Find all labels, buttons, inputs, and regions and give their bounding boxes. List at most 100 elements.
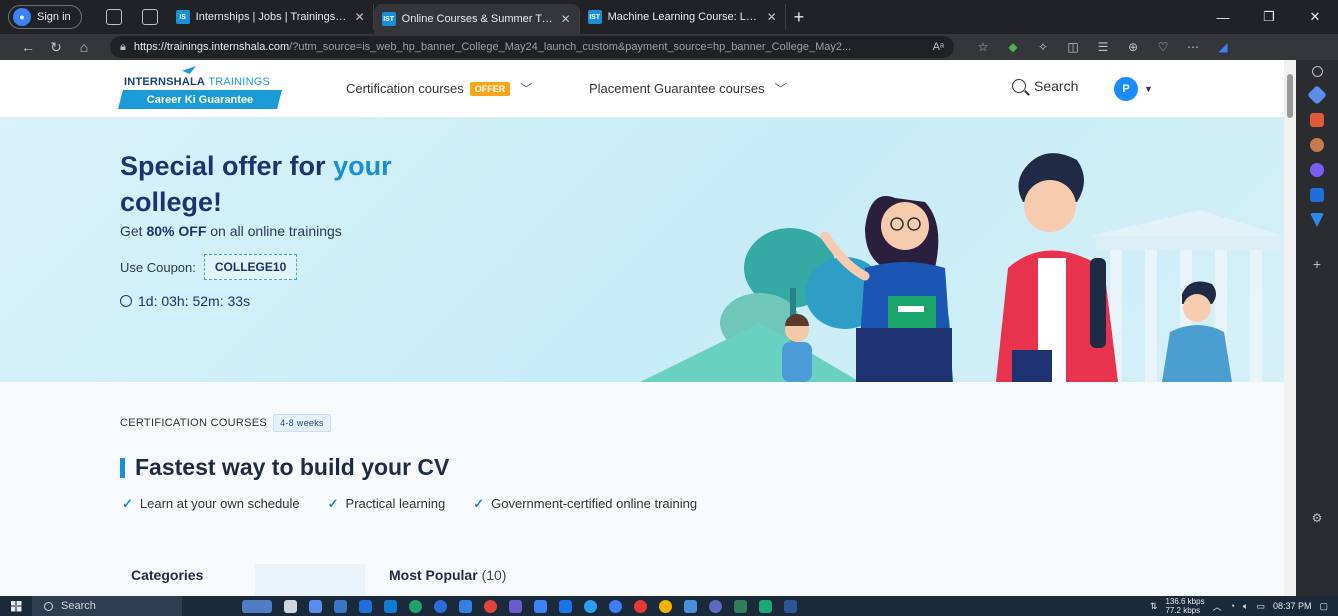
back-arrow-icon[interactable]: ← (14, 39, 42, 55)
logo-tagline: Career Ki Guarantee (118, 90, 282, 109)
user-menu[interactable]: P ▼ (1114, 77, 1153, 101)
category-tab-highlight[interactable] (255, 564, 365, 596)
window-close-icon[interactable]: ✕ (1292, 9, 1338, 25)
tab-close-icon[interactable]: ✕ (355, 10, 365, 24)
search-icon[interactable] (1311, 66, 1323, 77)
app-icon[interactable] (584, 599, 597, 613)
copilot-icon[interactable]: ◢ (1208, 40, 1238, 54)
widgets-icon[interactable] (242, 599, 272, 613)
home-icon[interactable]: ⌂ (70, 39, 98, 55)
tab-close-icon[interactable]: ✕ (561, 12, 571, 26)
read-aloud-icon[interactable]: Aᵃ (933, 41, 944, 53)
app-icon[interactable] (434, 599, 447, 613)
most-popular-tab[interactable]: Most Popular (10) (389, 567, 506, 583)
app-icon[interactable] (559, 599, 572, 613)
coupon-code[interactable]: COLLEGE10 (203, 254, 298, 280)
battery-icon[interactable]: ▭ (1256, 601, 1265, 612)
minimize-icon[interactable]: — (1200, 10, 1246, 25)
more-menu-icon[interactable]: ⋯ (1178, 40, 1208, 54)
tools-briefcase-icon[interactable] (1310, 113, 1324, 127)
shopping-tag-icon[interactable] (1307, 85, 1327, 105)
network-down-speed: 77.2 kbps (1165, 606, 1201, 615)
outlook-icon[interactable] (359, 599, 372, 613)
hero-banner[interactable]: Special offer for your college! Get 80% … (0, 118, 1284, 382)
stopwatch-icon (120, 295, 132, 307)
scrollbar-thumb[interactable] (1287, 74, 1293, 118)
settings-gear-icon[interactable]: ⚙︎ (1312, 511, 1323, 525)
internshala-trainings-logo[interactable]: INTERNSHALA TRAININGS Career Ki Guarante… (118, 66, 286, 112)
show-hidden-icons-chevron-icon[interactable]: ︿ (1213, 600, 1222, 613)
add-sidebar-app-icon[interactable]: + (1313, 256, 1321, 272)
profile-avatar-icon: ● (13, 8, 31, 26)
system-tray: ⇅ 136.6 kbps 77.2 kbps ︿ ◔ 🔈︎ ▭ 08:37 PM… (1150, 596, 1338, 616)
app-icon[interactable] (684, 599, 697, 613)
task-view-icon[interactable] (284, 599, 297, 613)
hero-title-part1: Special offer for (120, 151, 326, 181)
collections-icon[interactable]: ⊕ (1118, 40, 1148, 54)
favorite-star-icon[interactable]: ☆ (968, 40, 998, 54)
people-icon[interactable] (1310, 138, 1324, 152)
app-icon[interactable] (484, 599, 497, 613)
app-icon[interactable] (309, 599, 322, 613)
restore-icon[interactable]: ❐ (1246, 9, 1292, 25)
volume-icon[interactable]: 🔈︎ (1243, 601, 1248, 612)
clock-time[interactable]: 08:37 PM (1273, 601, 1312, 611)
wifi-icon[interactable]: ◔ (1230, 601, 1235, 611)
male-student-illustration (996, 153, 1118, 382)
chrome-icon[interactable] (659, 599, 672, 613)
section-title-text: Fastest way to build your CV (135, 454, 450, 480)
workspaces-icon[interactable] (105, 9, 122, 25)
new-tab-plus-icon[interactable]: + (794, 7, 805, 28)
browser-toolbar: ← ↻ ⌂ 🔒︎ https://trainings.internshala.c… (0, 34, 1338, 60)
split-screen-icon[interactable]: ◫ (1058, 40, 1088, 54)
benefit-item: ✓ Government-certified online training (473, 496, 697, 512)
offer-badge: OFFER (469, 81, 511, 96)
site-search-button[interactable]: Search (1012, 78, 1078, 94)
favorites-list-icon[interactable]: ☰ (1088, 40, 1118, 54)
nav-certification-label: Certification courses (346, 81, 464, 96)
tab-close-icon[interactable]: ✕ (767, 10, 777, 24)
url-host: https://trainings.internshala.com (133, 41, 290, 53)
address-bar[interactable]: 🔒︎ https://trainings.internshala.com /?u… (110, 36, 954, 58)
app-icon[interactable] (634, 599, 647, 613)
extension-icon[interactable]: ◆ (998, 40, 1028, 54)
browser-essentials-icon[interactable]: ♡ (1148, 40, 1178, 54)
search-label: Search (1034, 78, 1079, 94)
page-scrollbar[interactable] (1284, 60, 1296, 596)
app-icon[interactable] (334, 599, 347, 613)
nav-certification-courses[interactable]: Certification courses OFFER ﹀ (346, 80, 532, 97)
logo-plane-icon (182, 66, 196, 74)
site-header: INTERNSHALA TRAININGS Career Ki Guarante… (0, 60, 1284, 118)
tab-actions-icon[interactable] (141, 9, 158, 25)
send-arrow-icon[interactable] (1310, 213, 1324, 227)
outlook-icon[interactable] (1310, 188, 1324, 202)
app-icon[interactable] (409, 599, 422, 613)
app-icon[interactable] (609, 599, 622, 613)
title-accent-bar (120, 457, 125, 478)
refresh-icon[interactable]: ↻ (42, 39, 70, 56)
app-icon[interactable] (709, 599, 722, 613)
word-icon[interactable] (784, 599, 797, 613)
app-icon[interactable] (734, 599, 747, 613)
extensions-puzzle-icon[interactable]: ✧ (1028, 40, 1058, 54)
browser-tab-online-courses[interactable]: IST Online Courses & Summer Traini ✕ (373, 4, 580, 34)
internshala-trainings-favicon-icon: IST (381, 12, 396, 26)
checkmark-icon: ✓ (122, 496, 133, 511)
countdown-text: 1d: 03h: 52m: 33s (138, 293, 251, 309)
browser-tab-machine-learning[interactable]: IST Machine Learning Course: Learn ✕ (580, 4, 786, 30)
taskbar-search[interactable]: Search (32, 596, 182, 616)
app-icon[interactable] (459, 599, 472, 613)
app-icon[interactable] (534, 599, 547, 613)
profile-signin-button[interactable]: ● Sign in (8, 5, 82, 29)
window-controls: — ❐ ✕ (1200, 0, 1338, 34)
copilot-sidebar-icon[interactable] (1310, 163, 1324, 177)
edge-icon[interactable] (384, 599, 397, 613)
nav-placement-guarantee-courses[interactable]: Placement Guarantee courses ﹀ (589, 80, 787, 97)
notifications-icon[interactable]: ▢ (1319, 601, 1328, 612)
teams-icon[interactable] (509, 599, 522, 613)
taskbar-search-label: Search (61, 600, 96, 612)
benefit-text: Learn at your own schedule (139, 496, 300, 511)
start-button[interactable] (0, 596, 32, 616)
browser-tab-internships[interactable]: IS Internships | Jobs | Trainings & P ✕ (168, 4, 374, 30)
app-icon[interactable] (759, 599, 772, 613)
